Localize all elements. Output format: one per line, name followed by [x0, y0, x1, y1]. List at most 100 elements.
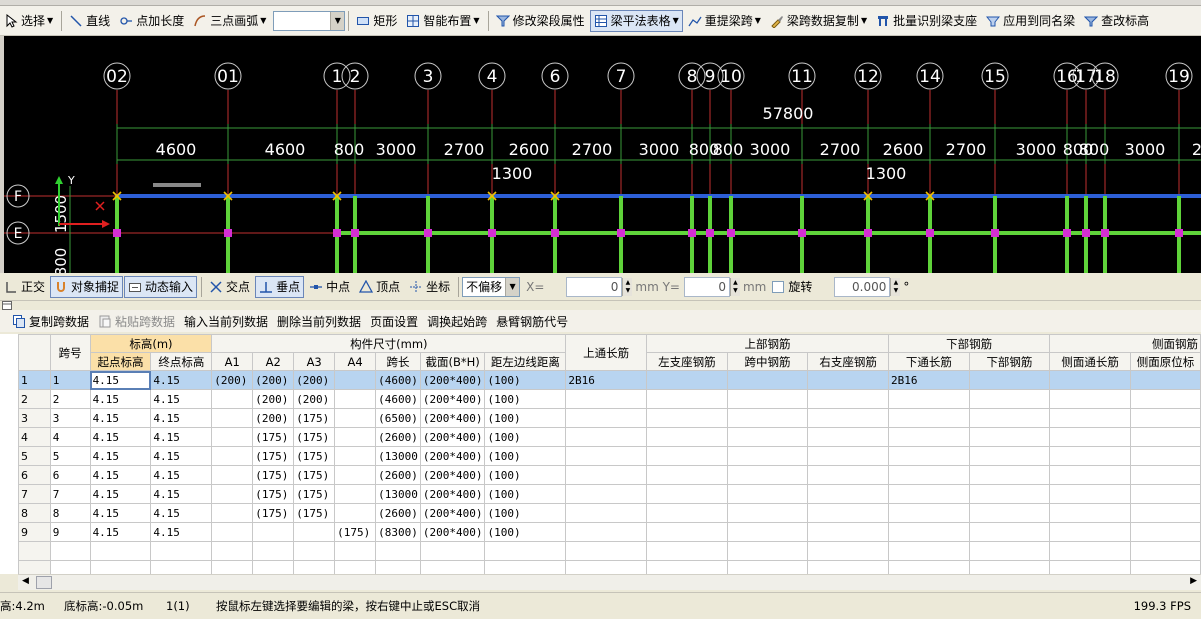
- mid-span-cell[interactable]: [726, 465, 809, 485]
- bottom-through-cell[interactable]: [888, 427, 970, 447]
- table-row[interactable]: 1 1 4.15 4.15 (200) (200) (200) (4600) (200*400)…: [18, 370, 1201, 390]
- bottom-header[interactable]: 下部钢筋: [968, 352, 1051, 371]
- end-elev-cell[interactable]: 4.15: [150, 427, 213, 447]
- table-row[interactable]: 4 4 4.15 4.15 (175) (175) (2600) (200*400) (100): [18, 427, 1201, 447]
- bottom-cell[interactable]: [968, 370, 1051, 390]
- left-dist-cell[interactable]: (100): [484, 484, 567, 504]
- a3-header[interactable]: A3: [293, 352, 336, 371]
- rotate-checkbox[interactable]: [772, 280, 785, 293]
- a3-cell[interactable]: (175): [293, 484, 336, 504]
- left-dist-cell[interactable]: (100): [484, 427, 567, 447]
- a4-cell[interactable]: [334, 408, 377, 428]
- bottom-through-cell[interactable]: [888, 465, 970, 485]
- coordinate-button[interactable]: 坐标: [405, 276, 454, 298]
- top-through-header[interactable]: 上通长筋: [565, 334, 647, 371]
- a1-cell[interactable]: [211, 484, 254, 504]
- section-cell[interactable]: (200*400): [419, 370, 486, 390]
- column-node[interactable]: [1063, 229, 1071, 237]
- a3-cell[interactable]: (200): [293, 370, 336, 390]
- start-elev-cell[interactable]: 4.15: [89, 446, 152, 466]
- beam-table-button[interactable]: 梁平法表格 ▼: [589, 9, 683, 32]
- a1-cell[interactable]: [211, 503, 254, 523]
- left-support-cell[interactable]: [645, 522, 728, 542]
- a1-cell[interactable]: [211, 427, 254, 447]
- line-button[interactable]: 直线: [65, 10, 114, 32]
- apply-same-name-button[interactable]: 应用到同名梁: [982, 10, 1079, 32]
- a1-cell[interactable]: [211, 408, 254, 428]
- column-node[interactable]: [113, 229, 121, 237]
- side-through-cell[interactable]: [1049, 465, 1131, 485]
- scrollbar-thumb[interactable]: [36, 576, 52, 589]
- side-local-cell[interactable]: [1129, 427, 1201, 447]
- rect-button[interactable]: 矩形: [352, 10, 401, 32]
- right-support-cell[interactable]: [807, 408, 890, 428]
- left-dist-cell[interactable]: (100): [484, 446, 567, 466]
- section-cell[interactable]: (200*400): [419, 408, 486, 428]
- table-row[interactable]: 8 8 4.15 4.15 (175) (175) (2600) (200*400) (100): [18, 503, 1201, 523]
- left-dist-cell[interactable]: (100): [484, 370, 567, 390]
- top-through-cell[interactable]: [565, 522, 647, 542]
- right-support-cell[interactable]: [807, 370, 890, 390]
- top-through-cell[interactable]: [565, 427, 647, 447]
- span-copy-button[interactable]: 梁跨数据复制 ▼: [766, 10, 871, 32]
- side-through-cell[interactable]: [1049, 503, 1131, 523]
- top-through-cell[interactable]: [565, 408, 647, 428]
- start-elev-cell[interactable]: 4.15: [89, 484, 152, 504]
- end-elev-cell[interactable]: 4.15: [150, 465, 213, 485]
- span-len-cell[interactable]: (2600): [375, 465, 421, 485]
- a4-header[interactable]: A4: [334, 352, 377, 371]
- mid-span-cell[interactable]: [726, 484, 809, 504]
- a1-cell[interactable]: [211, 522, 254, 542]
- span-no-header[interactable]: 跨号: [49, 334, 91, 371]
- bottom-cell[interactable]: [968, 503, 1051, 523]
- bottom-cell[interactable]: [968, 408, 1051, 428]
- top-through-cell[interactable]: [565, 503, 647, 523]
- intersection-button[interactable]: 交点: [205, 276, 254, 298]
- left-dist-cell[interactable]: (100): [484, 465, 567, 485]
- point-length-button[interactable]: 点加长度: [115, 10, 188, 32]
- a2-cell[interactable]: (175): [252, 503, 295, 523]
- bottom-cell[interactable]: [968, 427, 1051, 447]
- y-spinner[interactable]: ▲ ▼: [729, 277, 740, 296]
- right-support-cell[interactable]: [807, 503, 890, 523]
- end-elev-cell[interactable]: 4.15: [150, 446, 213, 466]
- span-len-cell[interactable]: (6500): [375, 408, 421, 428]
- left-dist-cell[interactable]: (100): [484, 522, 567, 542]
- span-no-cell[interactable]: 8: [49, 503, 91, 523]
- span-len-cell[interactable]: (4600): [375, 370, 421, 390]
- copy-span-button[interactable]: 复制跨数据: [8, 310, 93, 332]
- side-through-cell[interactable]: [1049, 408, 1131, 428]
- column-node[interactable]: [351, 229, 359, 237]
- a3-cell[interactable]: (175): [293, 427, 336, 447]
- a2-cell[interactable]: (175): [252, 484, 295, 504]
- start-elev-cell[interactable]: 4.15: [89, 389, 152, 409]
- start-elev-header[interactable]: 起点标高: [89, 352, 152, 371]
- rotate-input[interactable]: 0.000: [834, 276, 891, 297]
- swap-start-button[interactable]: 调换起始跨: [423, 310, 491, 332]
- left-dist-cell[interactable]: (100): [484, 503, 567, 523]
- a4-cell[interactable]: [334, 446, 377, 466]
- left-support-cell[interactable]: [645, 446, 728, 466]
- end-elev-cell[interactable]: 4.15: [150, 522, 213, 542]
- a4-cell[interactable]: [334, 465, 377, 485]
- column-node[interactable]: [224, 229, 232, 237]
- a4-cell[interactable]: (175): [334, 522, 377, 542]
- a4-cell[interactable]: [334, 484, 377, 504]
- top-through-cell[interactable]: [565, 389, 647, 409]
- mid-span-cell[interactable]: [726, 503, 809, 523]
- right-support-cell[interactable]: [807, 465, 890, 485]
- side-through-cell[interactable]: [1049, 389, 1131, 409]
- a3-cell[interactable]: (175): [293, 465, 336, 485]
- offset-mode-select[interactable]: 不偏移 ▼: [462, 276, 521, 297]
- a2-cell[interactable]: (200): [252, 370, 295, 390]
- right-support-cell[interactable]: [807, 389, 890, 409]
- table-row[interactable]: 9 9 4.15 4.15 (175) (8300) (200*400) (100): [18, 522, 1201, 542]
- beam-e[interactable]: [337, 231, 1201, 235]
- end-elev-header[interactable]: 终点标高: [150, 352, 213, 371]
- end-elev-cell[interactable]: 4.15: [150, 370, 213, 390]
- column-node[interactable]: [706, 229, 714, 237]
- start-elev-cell[interactable]: 4.15: [89, 465, 152, 485]
- table-row[interactable]: 7 7 4.15 4.15 (175) (175) (13000 (200*400) (100): [18, 484, 1201, 504]
- a4-cell[interactable]: [334, 427, 377, 447]
- a3-cell[interactable]: (175): [293, 503, 336, 523]
